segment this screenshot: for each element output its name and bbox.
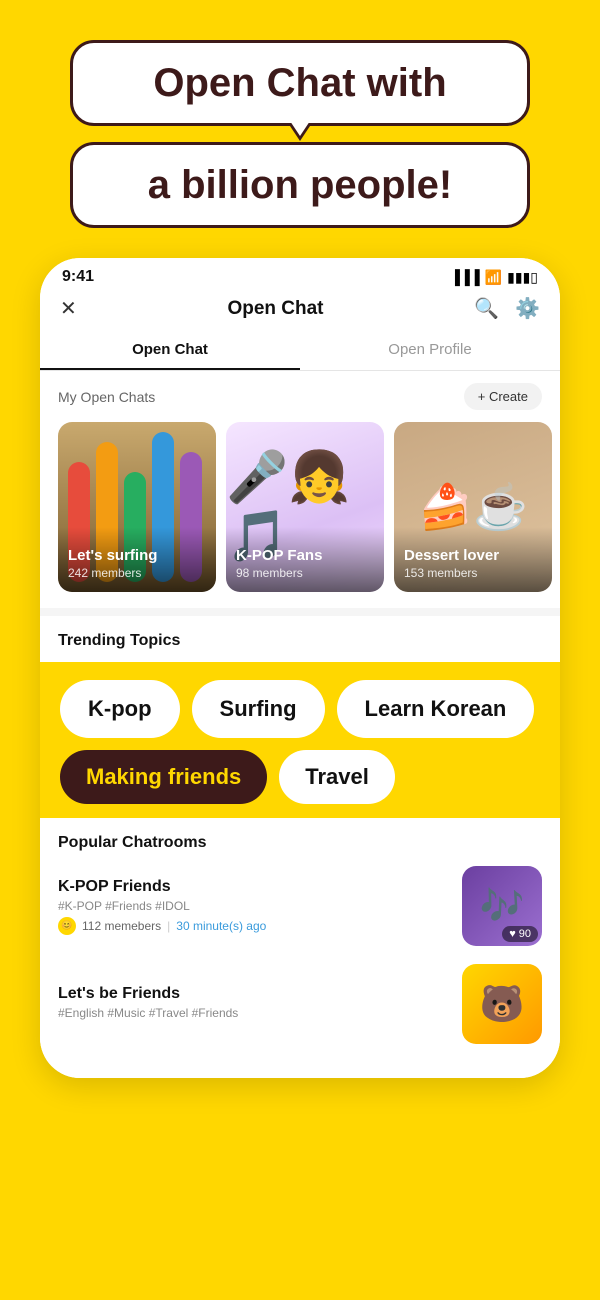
my-open-chats-label: My Open Chats — [58, 389, 155, 405]
header-icons: 🔍 ⚙️ — [474, 296, 540, 321]
trending-title: Trending Topics — [58, 632, 180, 649]
chatroom-info-friends: Let's be Friends #English #Music #Travel… — [58, 985, 448, 1024]
card-members-kpop: 98 members — [236, 566, 303, 580]
chatroom-name-kpop: K-POP Friends — [58, 878, 448, 896]
card-overlay-dessert: Dessert lover 153 members — [394, 527, 552, 592]
chat-card-surfing[interactable]: Let's surfing 242 members — [58, 422, 216, 592]
card-name-kpop: K-POP Fans — [236, 547, 374, 564]
create-button[interactable]: + Create — [464, 383, 542, 410]
tabs: Open Chat Open Profile — [40, 331, 560, 371]
topic-travel[interactable]: Travel — [279, 750, 395, 804]
settings-icon[interactable]: ⚙️ — [515, 296, 540, 321]
battery-icon: ▮▮▮▯ — [507, 269, 538, 286]
card-overlay-surfing: Let's surfing 242 members — [58, 527, 216, 592]
tab-open-chat[interactable]: Open Chat — [40, 331, 300, 370]
heart-icon: ♥ — [509, 928, 516, 940]
app-title: Open Chat — [227, 298, 323, 320]
popular-section: Popular Chatrooms K-POP Friends #K-POP #… — [40, 818, 560, 1078]
avatar-small-kpop: 😊 — [58, 917, 76, 935]
phone-mockup: 9:41 ▐▐▐ 📶 ▮▮▮▯ ✕ Open Chat 🔍 ⚙️ Open Ch… — [40, 258, 560, 1078]
close-icon[interactable]: ✕ — [60, 296, 77, 321]
trending-section: Trending Topics — [40, 608, 560, 662]
chatroom-name-friends: Let's be Friends — [58, 985, 448, 1003]
topics-row: K-pop Surfing Learn Korean Making friend… — [40, 662, 560, 818]
chatroom-thumb-friends: 🐻 — [462, 964, 542, 1044]
tab-open-profile[interactable]: Open Profile — [300, 331, 560, 370]
chatroom-item-kpop[interactable]: K-POP Friends #K-POP #Friends #IDOL 😊 11… — [58, 866, 542, 946]
card-members-dessert: 153 members — [404, 566, 477, 580]
heart-count-kpop: 90 — [519, 928, 531, 940]
my-open-chats-header: My Open Chats + Create — [40, 371, 560, 418]
hero-section: Open Chat with a billion people! — [0, 0, 600, 248]
card-name-dessert: Dessert lover — [404, 547, 542, 564]
chatroom-members-kpop: 112 memebers — [82, 919, 161, 933]
separator: | — [167, 919, 170, 933]
hero-line1: Open Chat with — [113, 61, 487, 105]
chat-card-kpop[interactable]: 🎤👧🎵 K-POP Fans 98 members — [226, 422, 384, 592]
topic-learn-korean[interactable]: Learn Korean — [337, 680, 535, 738]
card-overlay-kpop: K-POP Fans 98 members — [226, 527, 384, 592]
speech-bubble-2: a billion people! — [70, 142, 530, 228]
chat-card-dessert[interactable]: 🍰☕ Dessert lover 153 members — [394, 422, 552, 592]
card-members-surfing: 242 members — [68, 566, 141, 580]
card-name-surfing: Let's surfing — [68, 547, 206, 564]
topic-kpop[interactable]: K-pop — [60, 680, 180, 738]
status-time: 9:41 — [62, 268, 94, 286]
speech-bubble-1: Open Chat with — [70, 40, 530, 126]
chatroom-meta-kpop: 😊 112 memebers | 30 minute(s) ago — [58, 917, 448, 935]
signal-icon: ▐▐▐ — [450, 269, 480, 285]
chatroom-timeago-kpop: 30 minute(s) ago — [176, 919, 266, 933]
status-icons: ▐▐▐ 📶 ▮▮▮▯ — [450, 269, 538, 286]
hero-line2: a billion people! — [113, 163, 487, 207]
app-header: ✕ Open Chat 🔍 ⚙️ — [40, 290, 560, 331]
topic-making-friends[interactable]: Making friends — [60, 750, 267, 804]
chatroom-tags-friends: #English #Music #Travel #Friends — [58, 1006, 448, 1020]
chatroom-thumb-kpop: 🎶 ♥ 90 — [462, 866, 542, 946]
heart-badge-kpop: ♥ 90 — [502, 926, 538, 942]
status-bar: 9:41 ▐▐▐ 📶 ▮▮▮▯ — [40, 258, 560, 290]
search-icon[interactable]: 🔍 — [474, 296, 499, 321]
chatroom-info-kpop: K-POP Friends #K-POP #Friends #IDOL 😊 11… — [58, 878, 448, 935]
topic-surfing[interactable]: Surfing — [192, 680, 325, 738]
chatroom-tags-kpop: #K-POP #Friends #IDOL — [58, 899, 448, 913]
chatroom-item-friends[interactable]: Let's be Friends #English #Music #Travel… — [58, 964, 542, 1044]
chat-cards-container: Let's surfing 242 members 🎤👧🎵 K-POP Fans… — [40, 418, 560, 608]
popular-title: Popular Chatrooms — [58, 834, 542, 852]
wifi-icon: 📶 — [485, 269, 502, 286]
